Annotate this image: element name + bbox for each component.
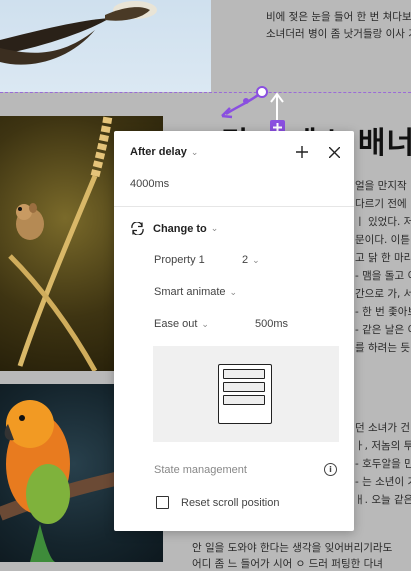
- article-text-line: 던 소녀가 건: [355, 422, 410, 434]
- trigger-label: After delay: [130, 146, 187, 158]
- article-text-line: - 맴을 돌고 이: [355, 270, 411, 282]
- chevron-down-icon: ⌄: [201, 318, 209, 329]
- animation-dropdown[interactable]: Smart animate ⌄: [154, 286, 237, 298]
- preview-layer: [223, 369, 265, 379]
- article-text-line: 얼을 만지작: [355, 180, 407, 192]
- reset-scroll-label: Reset scroll position: [181, 496, 280, 509]
- article-text-line: 안 일을 도와야 한다는 생각을 잊어버리기라도: [192, 542, 393, 554]
- reset-scroll-checkbox[interactable]: Reset scroll position: [156, 496, 279, 509]
- chevron-down-icon: ⌄: [229, 286, 238, 297]
- easing-label: Ease out: [154, 318, 198, 330]
- article-text-line: 소녀더러 병이 좀 낫거들랑 이사 가기: [266, 28, 411, 40]
- article-text-line: 문이다. 이튿: [355, 234, 410, 246]
- article-text-line: - 같은 날은 이: [355, 324, 411, 336]
- action-dropdown[interactable]: Change to ⌄: [130, 222, 218, 235]
- animation-preview: [153, 346, 339, 442]
- article-text-line: ㅣ 있었다. 저: [355, 216, 411, 228]
- preview-device: [218, 364, 272, 424]
- easing-dropdown[interactable]: Ease out ⌄: [154, 318, 209, 330]
- frame-boundary: [0, 92, 411, 93]
- article-text-line: - 한 번 좇아보: [355, 306, 411, 318]
- chevron-down-icon: ⌄: [252, 254, 260, 265]
- article-text-line: - 는 소년이 가: [355, 476, 411, 488]
- close-icon[interactable]: [326, 144, 342, 160]
- article-text-line: 를 하려는 듯: [355, 342, 410, 354]
- article-text-line: 간으로 가, 서: [355, 288, 411, 300]
- duration-value: 500ms: [255, 318, 289, 330]
- info-icon: i: [324, 463, 337, 476]
- interaction-details-panel: After delay ⌄ 4000ms Change to ⌄ Propert…: [114, 131, 354, 531]
- article-text-line: - 호두알을 만: [355, 458, 411, 470]
- preview-layer: [223, 382, 265, 392]
- article-text-line: ㅐ. 오늘 같은: [355, 494, 411, 506]
- article-text-line: 비에 젖은 눈을 들어 한 번 쳐다보았: [266, 11, 411, 23]
- state-management-section: State management: [154, 464, 247, 476]
- chevron-down-icon: ⌄: [210, 223, 219, 233]
- info-button[interactable]: i: [324, 463, 337, 476]
- checkbox-box[interactable]: [156, 496, 169, 509]
- property-name: Property 1: [154, 254, 205, 266]
- article-text-line: ㅏ, 저놈의 투: [355, 440, 411, 452]
- article-text-line: 다르기 전에: [355, 198, 407, 210]
- animation-label: Smart animate: [154, 286, 226, 298]
- state-management-label: State management: [154, 464, 247, 476]
- divider: [114, 206, 354, 207]
- eagle-image[interactable]: [0, 0, 211, 92]
- plus-icon[interactable]: [294, 144, 310, 160]
- property-value: 2: [242, 254, 249, 266]
- duration-input[interactable]: 500ms: [255, 318, 288, 330]
- article-text-line: 고 닭 한 마리: [355, 252, 411, 264]
- article-text-line: 어디 좀 느 들어가 시어 ㅇ 드러 퍼팅한 다녀: [192, 558, 383, 570]
- swap-arrows-icon: [130, 222, 145, 235]
- property-label: Property 1: [154, 254, 205, 266]
- action-label: Change to: [153, 222, 207, 235]
- property-value-dropdown[interactable]: 2 ⌄: [242, 254, 260, 266]
- chevron-down-icon: ⌄: [190, 146, 199, 157]
- preview-layer: [223, 395, 265, 405]
- delay-value: 4000ms: [130, 178, 170, 190]
- trigger-dropdown[interactable]: After delay ⌄: [130, 146, 198, 158]
- delay-input[interactable]: 4000ms: [130, 178, 169, 190]
